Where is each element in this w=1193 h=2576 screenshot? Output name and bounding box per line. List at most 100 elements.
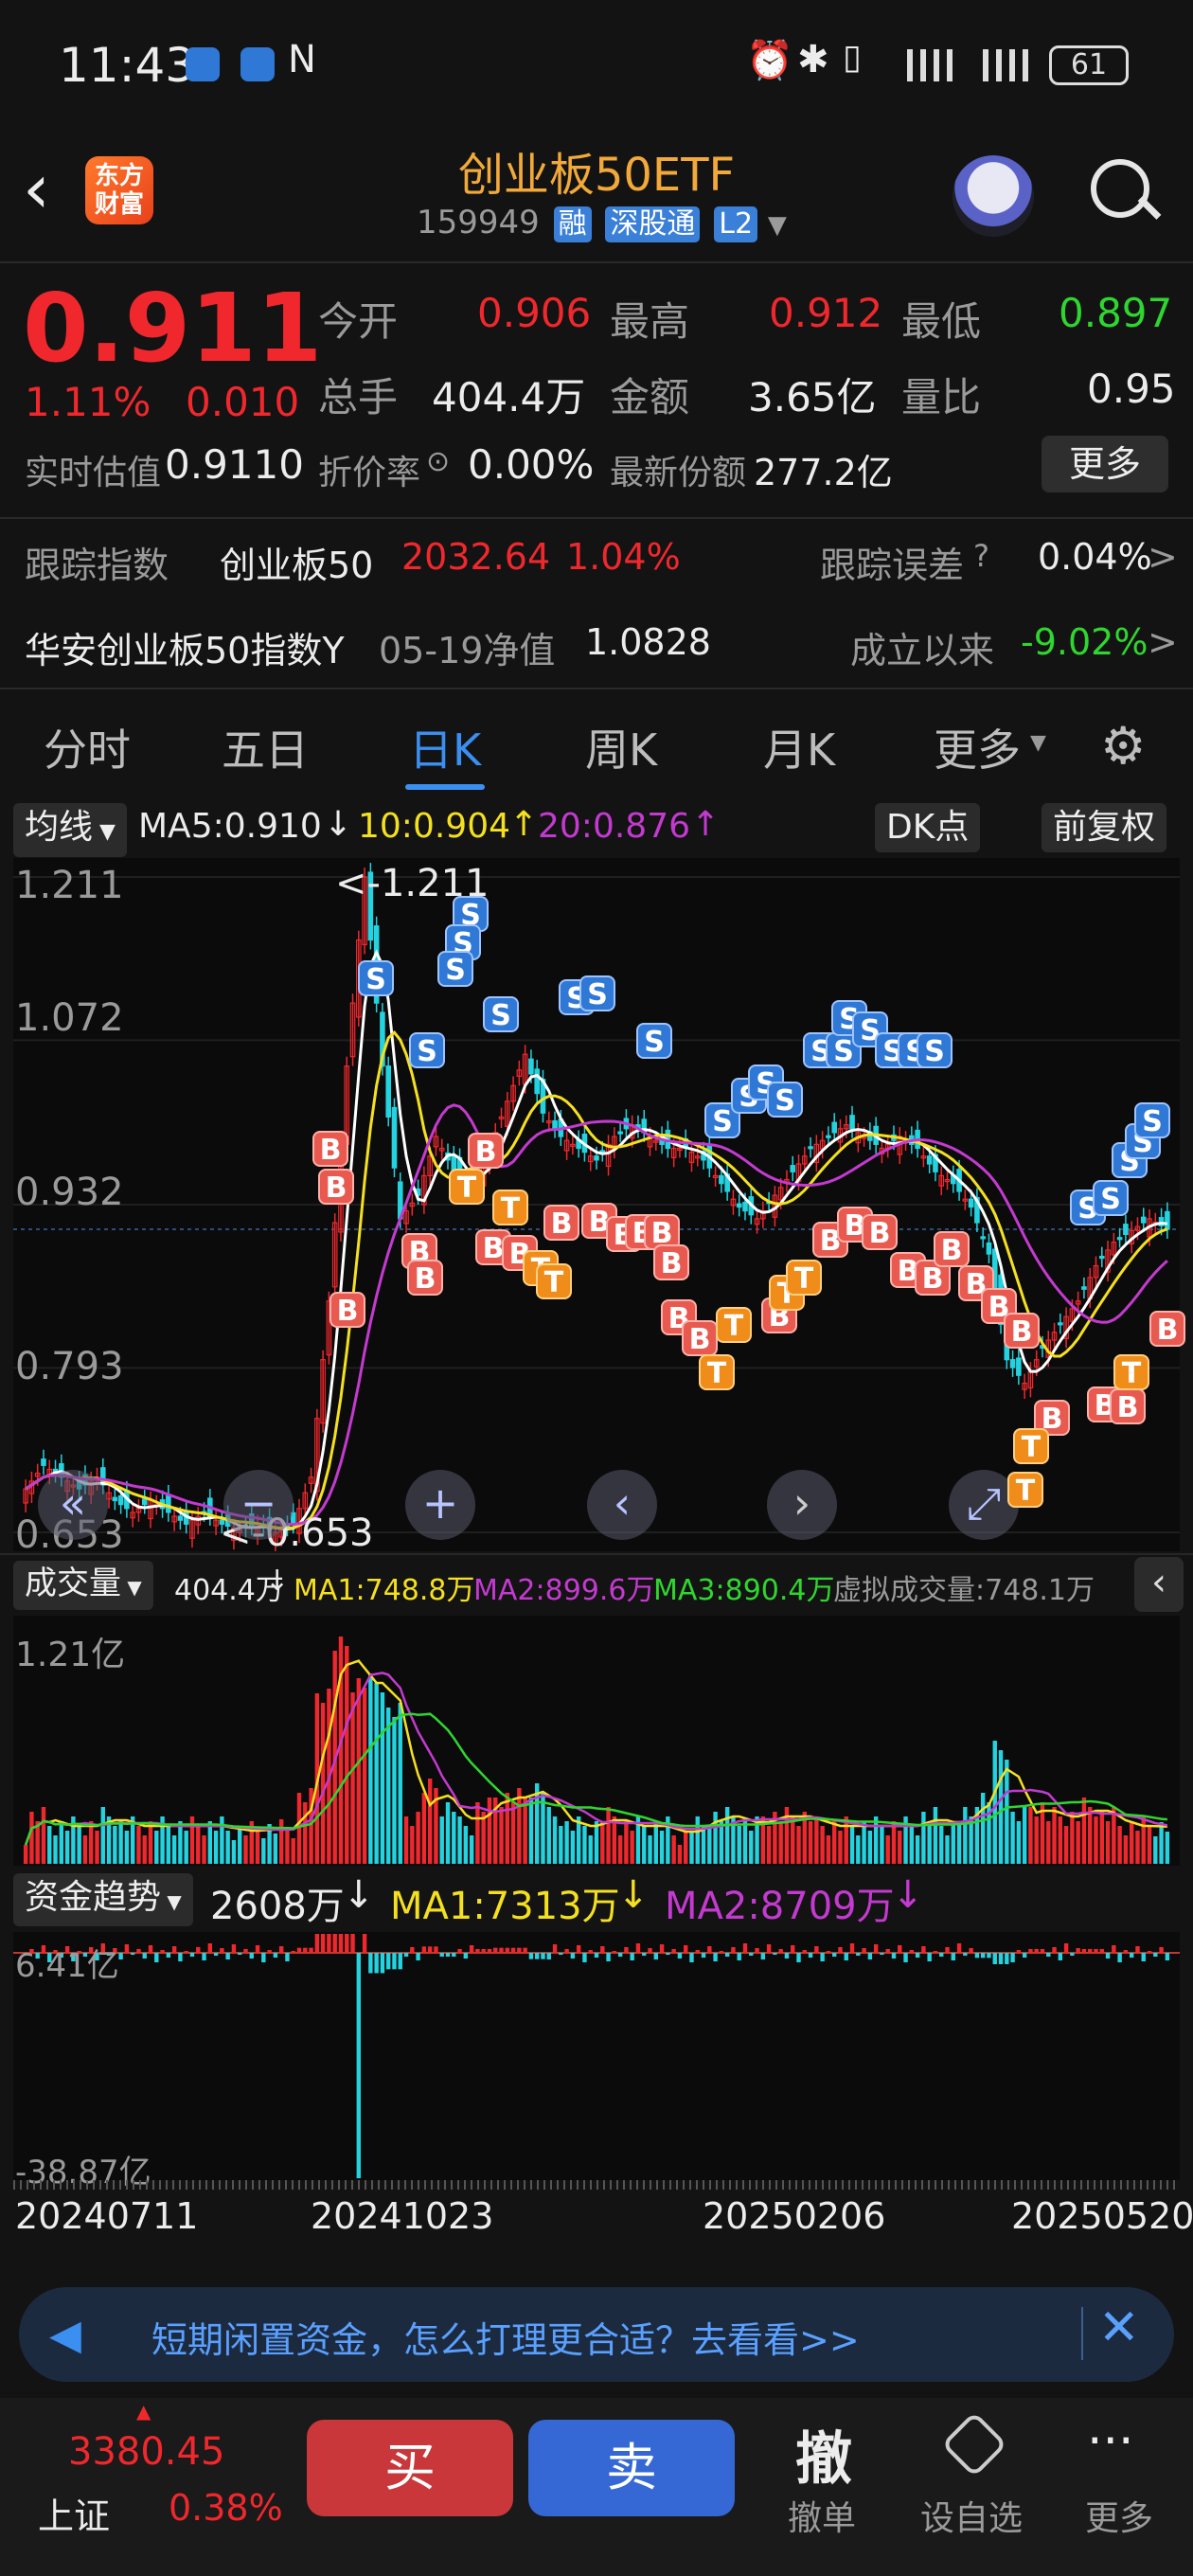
x-date-label: 20241023 <box>311 2195 494 2237</box>
volume-chart[interactable] <box>13 1616 1180 1866</box>
search-icon[interactable] <box>1091 159 1149 218</box>
tab-weekly-k[interactable]: 周K <box>585 716 657 778</box>
sh-index-value[interactable]: 3380.45 <box>68 2430 224 2474</box>
cancel-order-label[interactable]: 撤单 <box>788 2491 856 2540</box>
zoom-in-icon[interactable]: + <box>405 1470 475 1540</box>
buy-signal-icon[interactable]: B <box>1149 1311 1185 1347</box>
fund-flow-bar <box>701 1953 706 1958</box>
tracking-index-name[interactable]: 创业板50 <box>220 536 373 588</box>
t-signal-icon[interactable]: T <box>1013 1428 1049 1464</box>
t-signal-icon[interactable]: T <box>699 1354 735 1390</box>
sell-signal-icon[interactable]: S <box>1093 1180 1129 1216</box>
t-signal-icon[interactable]: T <box>1113 1354 1149 1390</box>
divider <box>1081 2307 1083 2360</box>
scroll-right-icon[interactable]: › <box>767 1470 837 1540</box>
collapse-panel-icon[interactable]: ‹ <box>1134 1557 1184 1612</box>
volume-bar <box>945 1835 950 1864</box>
tab-monthly-k[interactable]: 月K <box>763 716 835 778</box>
security-code-row[interactable]: 159949 融 深股通 L2 ▼ <box>417 204 787 242</box>
cancel-order-icon[interactable]: 撤 <box>795 2413 852 2496</box>
buy-signal-icon[interactable]: B <box>653 1244 689 1280</box>
fund-name[interactable]: 华安创业板50指数Y <box>25 621 345 673</box>
sell-signal-icon[interactable]: S <box>767 1082 803 1118</box>
volume-bar <box>1034 1816 1039 1864</box>
sell-signal-icon[interactable]: S <box>437 951 473 987</box>
t-signal-icon[interactable]: T <box>1007 1472 1043 1508</box>
volume-bar <box>838 1831 843 1864</box>
sh-index-pct: 0.38% <box>169 2487 283 2529</box>
buy-signal-icon[interactable]: B <box>407 1260 443 1296</box>
buy-signal-icon[interactable]: B <box>468 1133 504 1169</box>
info-icon[interactable]: ⊙ <box>426 445 450 478</box>
fund-flow-bar <box>1040 1949 1045 1953</box>
sell-signal-icon[interactable]: S <box>483 996 519 1032</box>
buy-signal-icon[interactable]: B <box>329 1292 365 1328</box>
tab-five-day[interactable]: 五日 <box>222 716 309 778</box>
tracking-error-value[interactable]: 0.04% <box>1038 536 1152 578</box>
buy-signal-icon[interactable]: B <box>1110 1388 1146 1424</box>
tab-daily-k[interactable]: 日K <box>409 716 481 778</box>
sell-signal-icon[interactable]: S <box>358 960 394 996</box>
tab-intraday[interactable]: 分时 <box>44 716 131 778</box>
fund-flow-bar <box>915 1953 920 1958</box>
chevron-right-icon[interactable]: > <box>1148 536 1178 578</box>
open-value: 0.906 <box>477 290 592 336</box>
buy-signal-icon[interactable]: B <box>682 1320 718 1356</box>
signal-icon <box>975 49 1032 81</box>
close-icon[interactable]: ✕ <box>1098 2299 1140 2356</box>
t-signal-icon[interactable]: T <box>449 1169 485 1205</box>
fund-flow-bar <box>439 1953 444 1957</box>
t-signal-icon[interactable]: T <box>536 1263 572 1299</box>
divider <box>0 517 1193 519</box>
candle-body <box>1116 1237 1123 1241</box>
tab-more[interactable]: 更多 <box>934 716 1021 778</box>
fund-flow-bar <box>1070 1953 1075 1956</box>
t-signal-icon[interactable]: T <box>716 1307 752 1343</box>
fund-flow-bar <box>278 1946 284 1953</box>
buy-signal-icon[interactable]: B <box>862 1214 898 1250</box>
add-watchlist-label[interactable]: 设自选 <box>920 2491 1023 2540</box>
buy-signal-icon[interactable]: B <box>934 1231 970 1267</box>
sell-signal-icon[interactable]: S <box>917 1032 953 1068</box>
help-icon[interactable]: ? <box>973 538 989 574</box>
buy-signal-icon[interactable]: B <box>1004 1313 1040 1349</box>
fund-flow-bar <box>1129 1953 1134 1958</box>
volume-indicator-label: 成交量 <box>25 1565 121 1602</box>
sell-signal-icon[interactable]: S <box>1134 1102 1170 1138</box>
fund-flow-indicator-select[interactable]: 资金趋势 ▼ <box>13 1873 193 1926</box>
ma-indicator-select[interactable]: 均线 ▼ <box>13 803 127 857</box>
sell-signal-icon[interactable]: S <box>409 1032 445 1068</box>
buy-signal-icon[interactable]: B <box>318 1169 354 1205</box>
volume-bar <box>719 1821 724 1864</box>
more-dots-icon[interactable]: ··· <box>1087 2413 1134 2470</box>
buy-signal-icon[interactable]: B <box>543 1205 579 1241</box>
candle-body <box>534 1068 541 1095</box>
volume-bar <box>1105 1821 1111 1864</box>
sell-signal-icon[interactable]: S <box>579 975 615 1011</box>
fund-flow-chart[interactable] <box>13 1932 1180 2180</box>
chevron-right-icon[interactable]: > <box>1148 621 1178 663</box>
buy-button[interactable]: 买 <box>307 2420 513 2516</box>
more-label[interactable]: 更多 <box>1085 2491 1153 2540</box>
settings-gear-icon[interactable]: ⚙ <box>1100 716 1146 776</box>
volume-bar <box>53 1835 58 1864</box>
more-button[interactable]: 更多 <box>1042 436 1168 492</box>
alarm-icon: ⏰ <box>746 39 793 82</box>
adjustment-button[interactable]: 前复权 <box>1042 803 1167 852</box>
volume-bar <box>1141 1816 1146 1864</box>
since-inception-value[interactable]: -9.02% <box>1021 621 1148 663</box>
sell-signal-icon[interactable]: S <box>636 1023 672 1059</box>
t-signal-icon[interactable]: T <box>786 1260 822 1296</box>
dk-points-button[interactable]: DK点 <box>875 803 981 852</box>
buy-signal-icon[interactable]: B <box>312 1131 348 1167</box>
zoom-out-icon[interactable]: − <box>223 1470 294 1540</box>
scroll-left-fast-icon[interactable]: « <box>38 1470 108 1540</box>
volume-indicator-select[interactable]: 成交量 ▼ <box>13 1561 153 1610</box>
sell-button[interactable]: 卖 <box>528 2420 735 2516</box>
volume-bar <box>1022 1807 1027 1864</box>
scroll-left-icon[interactable]: ‹ <box>587 1470 657 1540</box>
amount-value: 3.65亿 <box>748 374 877 420</box>
promo-text[interactable]: 短期闲置资金，怎么打理更合适？去看看>> <box>151 2311 860 2363</box>
t-signal-icon[interactable]: T <box>492 1190 528 1225</box>
robot-assistant-icon[interactable] <box>953 155 1034 237</box>
